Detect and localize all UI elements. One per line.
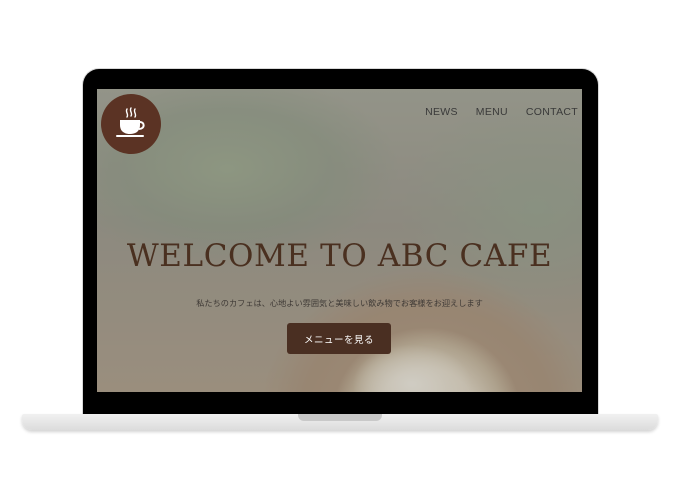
main-nav: NEWS MENU CONTACT [425, 106, 578, 118]
coffee-cup-icon [116, 107, 145, 137]
nav-contact[interactable]: CONTACT [526, 106, 578, 118]
view-menu-button[interactable]: メニューを見る [287, 323, 391, 354]
cafe-logo[interactable] [101, 94, 161, 154]
hero-title: WELCOME TO ABC CAFE [126, 238, 553, 274]
hero-subtitle: 私たちのカフェは、心地よい雰囲気と美味しい飲み物でお客様をお迎えします [196, 298, 483, 308]
laptop-screen: NEWS MENU CONTACT WELCOME TO ABC CAFE 私た… [97, 89, 582, 392]
nav-news[interactable]: NEWS [425, 106, 458, 118]
nav-menu[interactable]: MENU [476, 106, 508, 118]
laptop-mockup: NEWS MENU CONTACT WELCOME TO ABC CAFE 私た… [0, 0, 680, 500]
laptop-notch [298, 414, 382, 421]
